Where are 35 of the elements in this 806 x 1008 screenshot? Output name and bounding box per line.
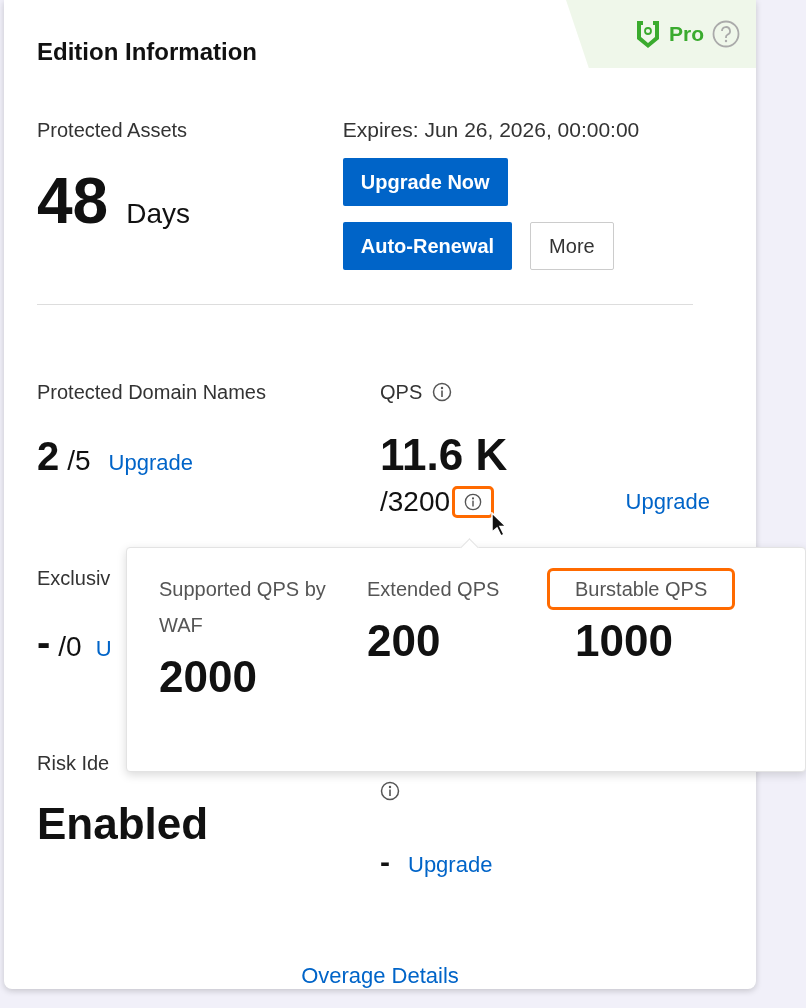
renewal-button[interactable]: Auto-Renewal: [342, 222, 513, 270]
info-icon[interactable]: [464, 493, 483, 511]
popover-label: Supported QPS by WAF: [158, 577, 327, 638]
upgrade-link[interactable]: Upgrade: [408, 852, 493, 878]
edition-label: Pro: [669, 22, 704, 46]
overage-details-link[interactable]: Overage Details: [301, 963, 459, 989]
popover-value: 200: [367, 616, 442, 666]
shield-icon: [635, 19, 661, 49]
upgrade-now-button[interactable]: Upgrade Now: [342, 158, 508, 206]
popover-label: Burstable QPS: [547, 568, 736, 610]
popover-value: 2000: [159, 652, 258, 702]
expiry-text: Expires: Jun 26, 2026, 00:00:00: [342, 118, 641, 142]
metric-value: -: [380, 845, 390, 879]
popover-value: 1000: [575, 616, 674, 666]
metric-limit: /0: [58, 631, 82, 663]
upgrade-link[interactable]: Upgrade: [625, 489, 710, 515]
card-title: Edition Information: [37, 38, 257, 66]
assets-unit: Days: [126, 198, 190, 230]
upgrade-link[interactable]: U: [95, 636, 112, 662]
assets-value: 48: [37, 164, 109, 238]
more-button[interactable]: More: [530, 222, 614, 270]
metric-value: -: [37, 620, 51, 665]
metric-value: 11.6 K: [380, 430, 509, 480]
metric-label: Protected Domain Names: [37, 380, 267, 404]
metric-label: QPS: [380, 380, 423, 404]
metric-limit: /3200: [380, 486, 451, 518]
assets-label: Protected Assets: [37, 118, 189, 142]
upgrade-link[interactable]: Upgrade: [108, 450, 193, 476]
metric-value: 2: [37, 434, 60, 479]
info-icon[interactable]: [432, 382, 453, 402]
popover-label: Extended QPS: [366, 577, 501, 602]
metric-value: Enabled: [37, 799, 210, 849]
metric-label: Risk Ide: [37, 751, 111, 775]
info-icon[interactable]: [380, 781, 400, 801]
metric-limit: /5: [67, 445, 91, 477]
